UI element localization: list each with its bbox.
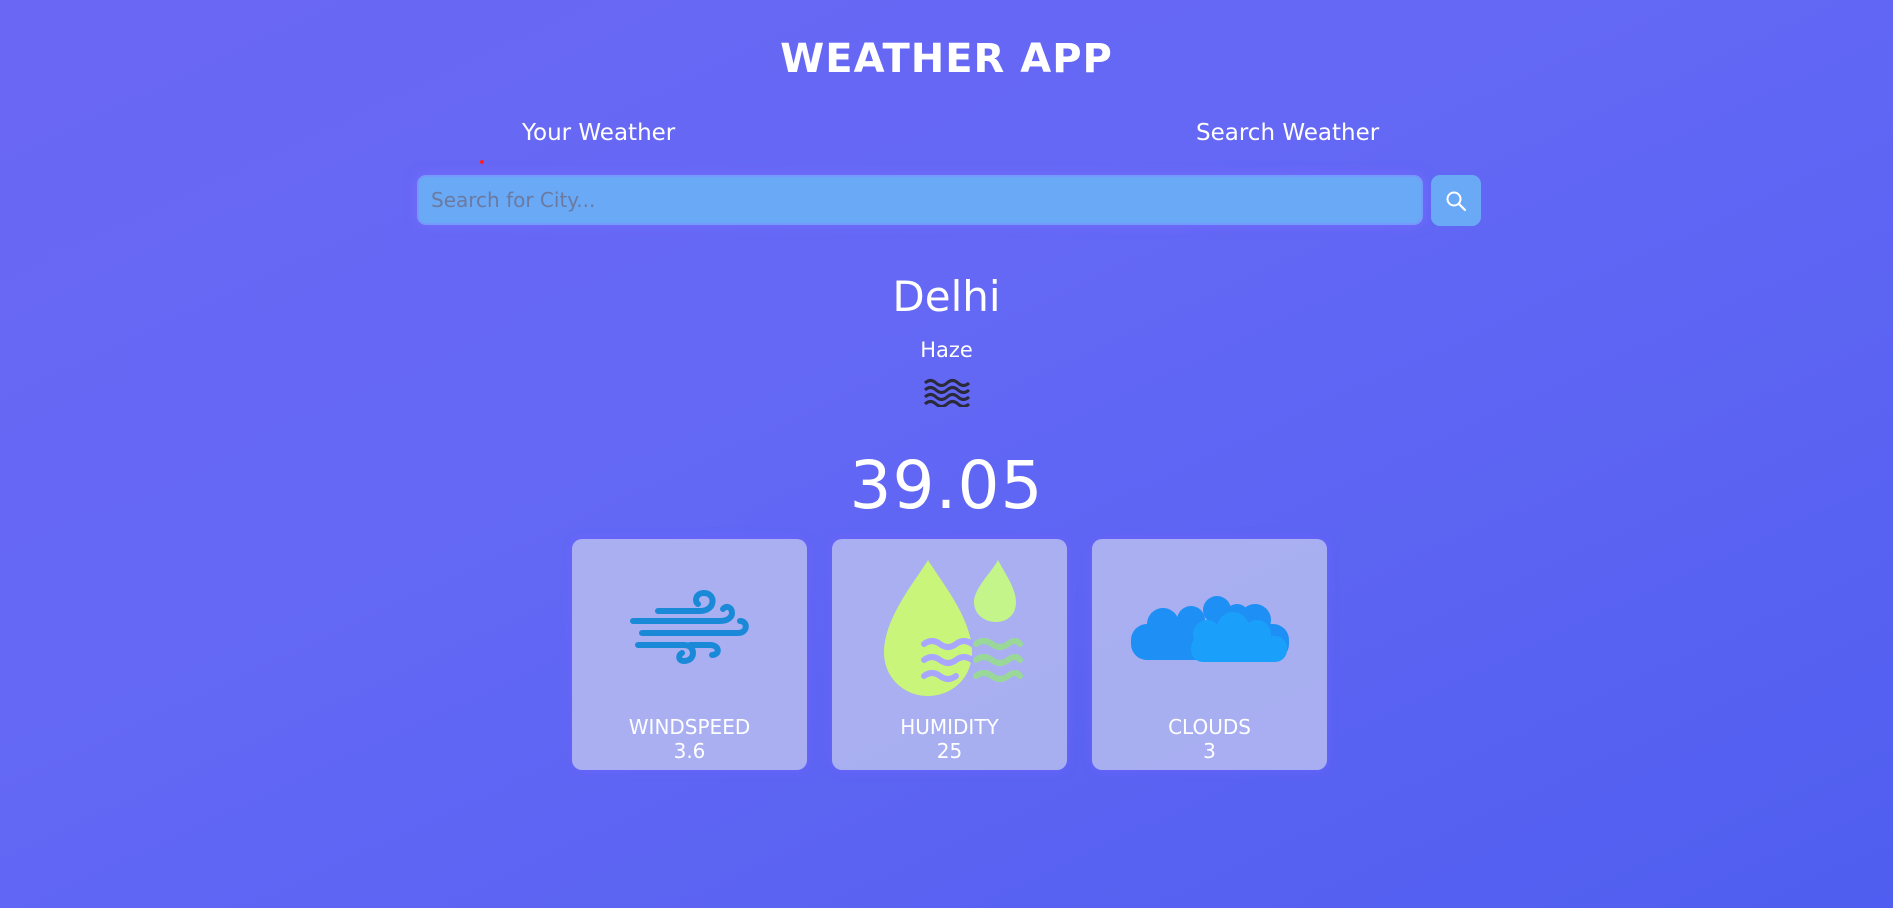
humidity-card: HUMIDITY 25 xyxy=(832,539,1067,770)
search-icon xyxy=(1446,191,1467,211)
windspeed-label: WINDSPEED xyxy=(628,715,751,739)
clouds-icon xyxy=(1130,596,1289,662)
humidity-value: 25 xyxy=(936,739,963,763)
tab-your-weather[interactable]: Your Weather xyxy=(522,120,675,146)
search-button[interactable] xyxy=(1431,175,1481,226)
temperature: 39.05 xyxy=(849,447,1044,524)
city-name: Delhi xyxy=(892,272,1001,321)
clouds-label: CLOUDS xyxy=(1168,715,1251,739)
windspeed-card: WINDSPEED 3.6 xyxy=(572,539,807,770)
humidity-icon xyxy=(883,560,1023,696)
clouds-value: 3 xyxy=(1203,739,1216,763)
wind-icon xyxy=(629,589,749,665)
weather-condition: Haze xyxy=(920,338,973,362)
haze-icon xyxy=(924,379,970,407)
tab-search-weather[interactable]: Search Weather xyxy=(1196,120,1379,146)
windspeed-value: 3.6 xyxy=(673,739,706,763)
humidity-label: HUMIDITY xyxy=(900,715,999,739)
clouds-card: CLOUDS 3 xyxy=(1092,539,1327,770)
city-search-input[interactable] xyxy=(417,175,1423,225)
app-title: WEATHER APP xyxy=(780,36,1113,82)
active-tab-indicator xyxy=(480,160,484,164)
